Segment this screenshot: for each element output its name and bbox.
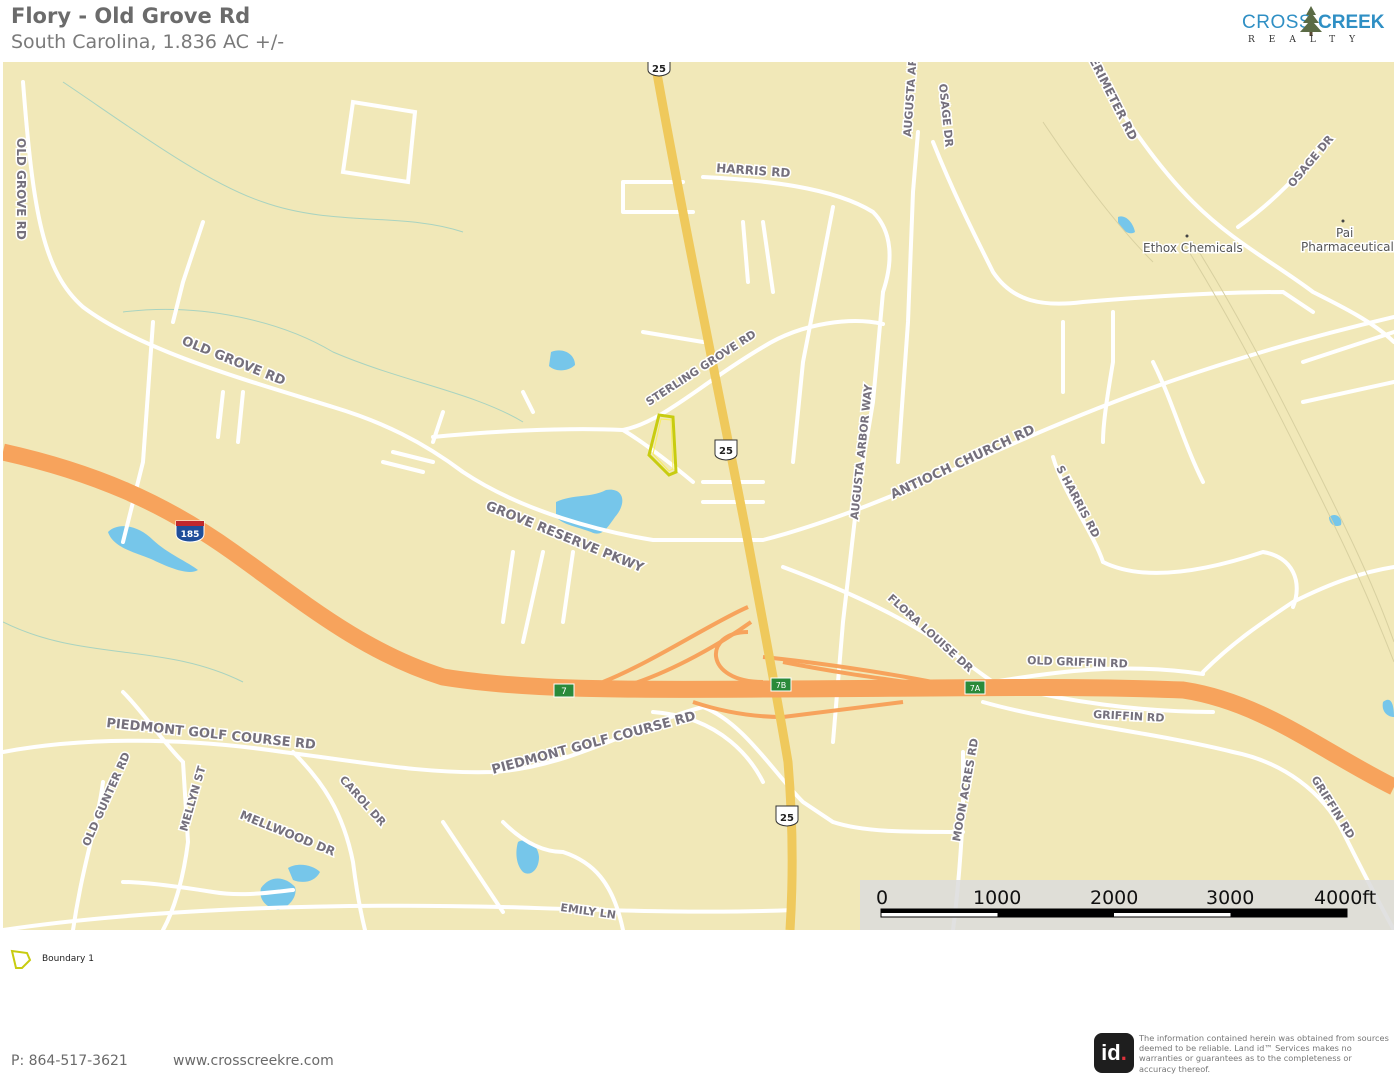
land-id-logo-dot: .	[1120, 1040, 1127, 1065]
label-emily-ln: EMILY LN	[560, 901, 617, 922]
logo-text-creek: CREEK	[1318, 12, 1385, 33]
footer-website[interactable]: www.crosscreekre.com	[173, 1053, 334, 1069]
us25-highway	[650, 62, 797, 930]
pond	[1382, 699, 1394, 717]
label-piedmont-golf-course-rd-2: PIEDMONT GOLF COURSE RD	[490, 709, 697, 778]
label-osage-dr-2: OSAGE DR	[1285, 132, 1336, 190]
us25-shield-top-label: 25	[652, 64, 666, 75]
legend-label: Boundary 1	[42, 954, 94, 964]
us25-shield-mid: 25	[714, 439, 738, 461]
scale-bar: 0 1000 2000 3000 4000ft	[860, 880, 1394, 930]
label-perimeter-rd: ERIMETER RD	[1086, 62, 1140, 143]
poi-ethox-chemicals: Ethox Chemicals	[1143, 241, 1243, 255]
poi-dot-pai	[1341, 219, 1345, 223]
footer-phone: P: 864-517-3621	[11, 1053, 128, 1069]
exit-7-sign: 7	[553, 683, 575, 698]
pond	[1118, 216, 1135, 234]
i185-shield: 185	[175, 520, 205, 543]
label-s-harris-rd: S HARRIS RD	[1053, 463, 1102, 540]
i185-shield-label: 185	[181, 530, 200, 540]
poi-pai: Pai	[1336, 226, 1353, 240]
label-old-gunter-rd: OLD GUNTER RD	[80, 750, 133, 848]
map-legend: Boundary 1	[10, 948, 94, 976]
label-griffin-rd-2: GRIFFIN RD	[1308, 774, 1357, 841]
poi-dot-ethox	[1185, 234, 1189, 238]
label-antioch-church-rd: ANTIOCH CHURCH RD	[888, 422, 1037, 502]
scale-bar-graphic	[880, 908, 1348, 918]
label-griffin-rd: GRIFFIN RD	[1093, 708, 1165, 725]
exit-7a-sign: 7A	[964, 680, 986, 695]
label-augusta-arbor-way: AUGUSTA ARBOR WAY	[848, 383, 875, 521]
us25-shield-bottom: 25	[775, 805, 799, 827]
exit-7b-label: 7B	[776, 681, 787, 690]
label-augusta-ar: AUGUSTA AR	[901, 62, 920, 137]
us25-shield-top: 25	[647, 62, 671, 77]
logo-tagline: REALTY	[1248, 35, 1370, 45]
label-moon-acres-rd: MOON ACRES RD	[950, 737, 981, 842]
us25-shield-mid-label: 25	[719, 446, 733, 457]
cross-creek-logo: CROSS CREEK REALTY	[1238, 6, 1388, 56]
label-old-grove-rd-vertical: OLD GROVE RD	[14, 138, 28, 240]
us25-shield-bottom-label: 25	[780, 813, 794, 824]
pond	[549, 350, 575, 371]
exit-7b-sign: 7B	[770, 677, 792, 692]
label-mellwood-dr: MELLWOOD DR	[238, 808, 337, 859]
exit-7a-label: 7A	[970, 684, 981, 693]
label-flora-louise-dr: FLORA LOUISE DR	[885, 592, 976, 676]
map-title: Flory - Old Grove Rd	[11, 4, 251, 28]
label-carol-dr: CAROL DR	[337, 773, 389, 829]
poi-pharmaceutical: Pharmaceutical	[1301, 240, 1394, 254]
pond	[288, 864, 320, 882]
label-old-griffin-rd: OLD GRIFFIN RD	[1027, 654, 1128, 671]
land-id-logo: id.	[1094, 1033, 1134, 1073]
label-osage-dr-1: OSAGE DR	[936, 83, 956, 148]
land-id-logo-letters: id	[1101, 1040, 1121, 1065]
label-piedmont-golf-course-rd-1: PIEDMONT GOLF COURSE RD	[106, 716, 317, 753]
map-canvas[interactable]: 25 25 25 185 7 7B 7A OLD GROVE RD OLD GR…	[3, 62, 1394, 930]
disclaimer-text: The information contained herein was obt…	[1139, 1033, 1389, 1074]
boundary-polygon-icon	[10, 949, 32, 969]
exit-7-label: 7	[561, 687, 567, 697]
map-subtitle: South Carolina, 1.836 AC +/-	[11, 31, 285, 53]
